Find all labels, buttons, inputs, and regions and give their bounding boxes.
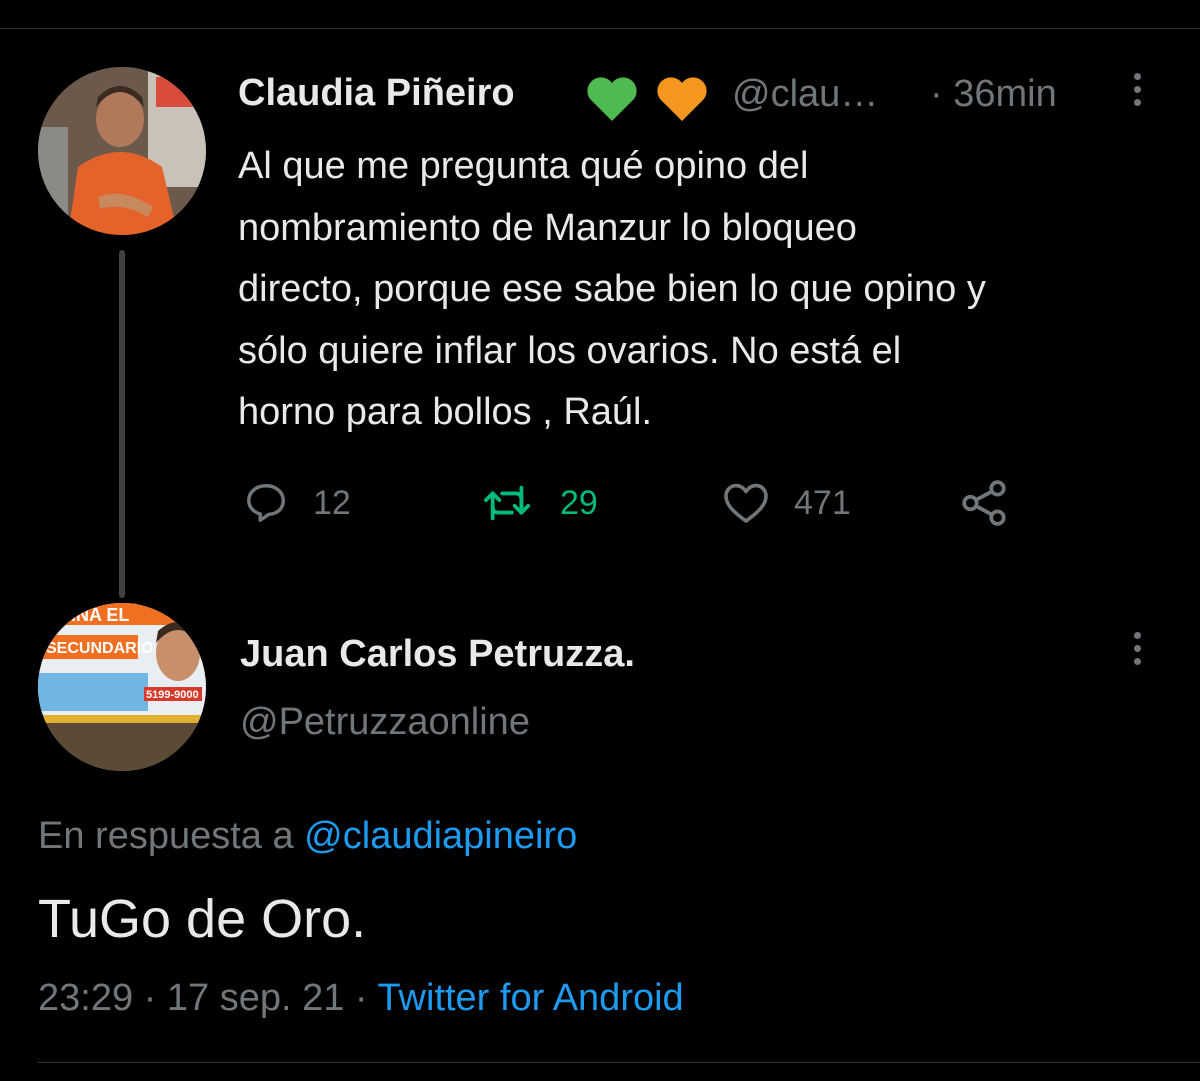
share-button[interactable] — [960, 478, 1010, 528]
petruzza-avatar[interactable]: MINA EL SECUNDARIO 5199-9000 — [38, 603, 206, 771]
retweet-icon — [484, 485, 531, 521]
like-icon — [724, 483, 768, 523]
reply-button[interactable]: 12 — [243, 478, 351, 528]
tweet-source-link[interactable]: Twitter for Android — [377, 977, 683, 1019]
retweet-count: 29 — [560, 483, 598, 522]
tweet-timestamp[interactable]: 23:29 · 17 sep. 21 · — [38, 977, 368, 1019]
tweet-line: sólo quiere inflar los ovarios. No está … — [238, 329, 902, 372]
avatar-sign-text: MINA EL — [56, 605, 129, 625]
green-heart-icon — [587, 77, 637, 121]
more-options-icon[interactable] — [1132, 73, 1142, 112]
reply-to-handle-link[interactable]: @claudiapineiro — [304, 815, 577, 857]
tweet-text: TuGo de Oro. — [38, 889, 367, 949]
reply-to-label: En respuesta a — [38, 815, 294, 857]
like-count: 471 — [794, 483, 851, 522]
tweet-line: directo, porque ese sabe bien lo que opi… — [238, 268, 986, 310]
avatar-sign-text: SECUNDARIO — [46, 640, 154, 657]
share-icon — [962, 480, 1006, 526]
reply-icon — [247, 484, 285, 522]
like-button[interactable]: 471 — [722, 478, 851, 528]
tweet-time[interactable]: · 36min — [930, 73, 1057, 116]
thread-connector — [119, 250, 125, 598]
reply-context: En respuesta a @claudiapineiro — [38, 815, 577, 858]
retweet-button[interactable]: 29 — [480, 478, 598, 528]
bottom-divider — [38, 1062, 1200, 1063]
top-divider — [0, 28, 1200, 29]
tweet-line: Al que me pregunta qué opino del — [238, 145, 809, 187]
tweet-text: Al que me pregunta qué opino del nombrami… — [238, 136, 1178, 444]
author-name[interactable]: Claudia Piñeiro — [238, 72, 515, 115]
reply-count: 12 — [313, 483, 351, 522]
author-handle[interactable]: @Petruzzaonline — [240, 701, 530, 744]
author-handle[interactable]: @clau… — [732, 73, 878, 116]
tweet-line: horno para bollos , Raúl. — [238, 391, 653, 433]
tweet-line: nombramiento de Manzur lo bloqueo — [238, 206, 857, 249]
claudia-avatar[interactable] — [38, 67, 206, 235]
more-options-icon[interactable] — [1132, 632, 1142, 671]
avatar-sign-text: 5199-9000 — [146, 689, 199, 701]
tweet-meta: 23:29 · 17 sep. 21 · Twitter for Android — [38, 977, 684, 1020]
orange-heart-icon — [657, 77, 707, 121]
author-name[interactable]: Juan Carlos Petruzza. — [240, 633, 635, 676]
